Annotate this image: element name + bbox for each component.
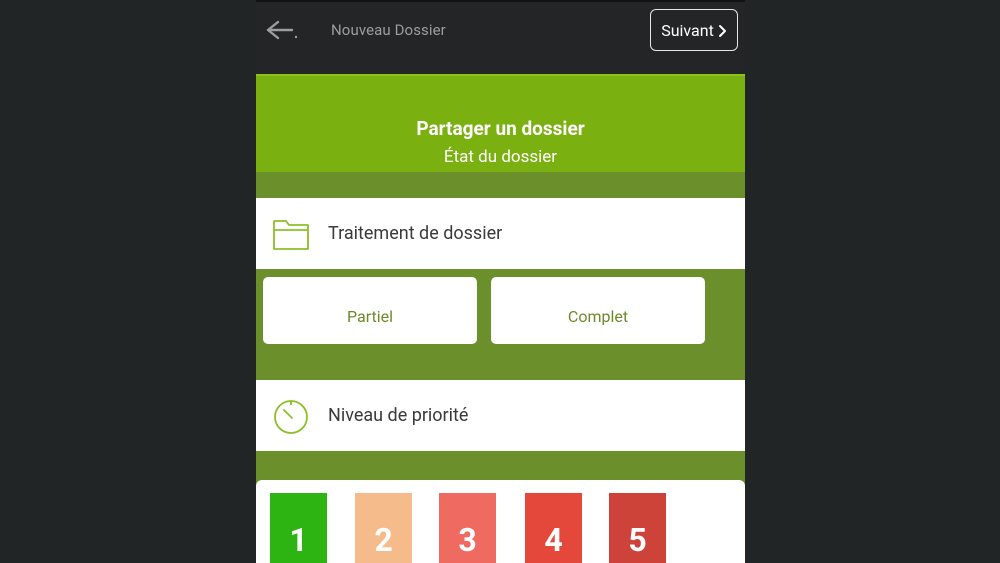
page-title: Nouveau Dossier <box>331 21 446 39</box>
folder-icon <box>273 220 309 250</box>
header-title: Partager un dossier <box>416 117 585 140</box>
treatment-section-label: Traitement de dossier <box>328 223 503 244</box>
option-complet-label: Complet <box>567 307 629 326</box>
page-header: Partager un dossier État du dossier <box>256 74 745 172</box>
priority-section: Niveau de priorité <box>256 380 745 451</box>
priority-5-button[interactable]: 5 <box>609 493 666 563</box>
header-subtitle: État du dossier <box>443 147 558 167</box>
option-complet[interactable]: Complet <box>491 277 705 344</box>
back-button[interactable] <box>262 16 298 46</box>
option-partiel[interactable]: Partiel <box>263 277 477 344</box>
next-button-label: Suivant <box>661 20 714 40</box>
treatment-section: Traitement de dossier <box>256 198 745 269</box>
priority-1-label: 1 <box>289 521 308 559</box>
arrow-left-icon <box>266 20 298 40</box>
priority-3-label: 3 <box>458 521 477 559</box>
chevron-right-icon <box>718 24 726 37</box>
priority-4-label: 4 <box>544 521 563 559</box>
priority-5-label: 5 <box>628 521 647 559</box>
priority-panel <box>256 480 745 563</box>
priority-2-label: 2 <box>374 521 393 559</box>
app-screen: Nouveau Dossier Suivant Partager un doss… <box>256 0 745 563</box>
timer-icon <box>274 400 308 434</box>
priority-3-button[interactable]: 3 <box>439 493 496 563</box>
priority-section-label: Niveau de priorité <box>328 405 469 426</box>
next-button[interactable]: Suivant <box>650 9 738 51</box>
priority-1-button[interactable]: 1 <box>270 493 327 563</box>
status-divider <box>256 0 745 2</box>
priority-4-button[interactable]: 4 <box>525 493 582 563</box>
priority-2-button[interactable]: 2 <box>355 493 412 563</box>
option-partiel-label: Partiel <box>346 307 394 326</box>
